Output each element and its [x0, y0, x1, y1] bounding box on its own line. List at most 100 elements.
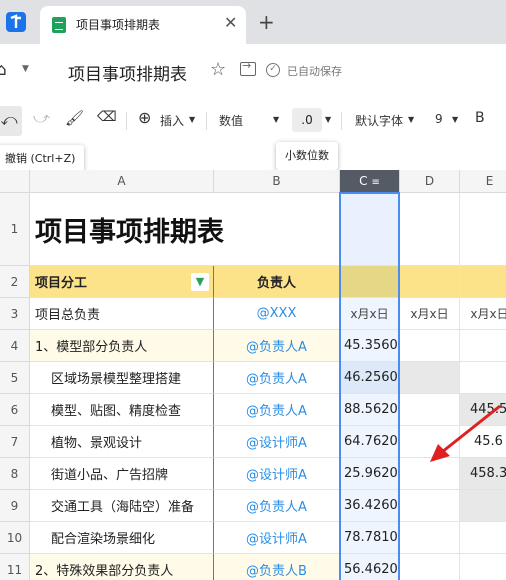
spreadsheet-grid[interactable]: A B C ≡ D E 1 2 3 4 5 6 7 8 9 10 11 项目事项排…	[0, 170, 506, 580]
cell[interactable]	[460, 362, 506, 394]
cell[interactable]: 项目总负责	[30, 298, 214, 330]
home-icon[interactable]: ⌂	[0, 60, 7, 80]
cell[interactable]: @负责人A	[214, 394, 340, 426]
cell[interactable]: 区域场景模型整理搭建	[30, 362, 214, 394]
row-header[interactable]: 1	[0, 193, 30, 266]
cell[interactable]: @负责人A	[214, 490, 340, 522]
cell[interactable]: 1、模型部分负责人	[30, 330, 214, 362]
row-header[interactable]: 9	[0, 490, 30, 522]
column-header-a[interactable]: A	[30, 170, 214, 193]
cell[interactable]: 植物、景观设计	[30, 426, 214, 458]
sheet-title-cell[interactable]: 项目事项排期表	[30, 193, 340, 266]
undo-tooltip: 撤销 (Ctrl+Z)	[0, 145, 85, 173]
eraser-icon[interactable]: ⌫	[97, 109, 117, 125]
toolbar-divider	[341, 112, 342, 130]
check-circle-icon: ✓	[266, 63, 280, 77]
font-size-select[interactable]: 9	[435, 112, 443, 126]
cell[interactable]	[400, 522, 460, 554]
column-header-c[interactable]: C ≡	[340, 170, 400, 193]
cell[interactable]	[340, 193, 400, 266]
chevron-down-icon[interactable]: ▼	[189, 115, 195, 124]
decimal-places-button[interactable]: .0	[292, 108, 322, 132]
cell[interactable]: @XXX	[214, 298, 340, 330]
cell[interactable]	[400, 362, 460, 394]
cell[interactable]: x月x日	[400, 298, 460, 330]
cell[interactable]	[460, 266, 506, 298]
move-to-icon[interactable]	[240, 59, 256, 76]
row-header[interactable]: 4	[0, 330, 30, 362]
row-header[interactable]: 3	[0, 298, 30, 330]
chevron-down-icon[interactable]: ▼	[408, 115, 414, 124]
cell[interactable]	[460, 554, 506, 580]
cell[interactable]: 78.7810	[340, 522, 400, 554]
document-title[interactable]: 项目事项排期表	[68, 60, 187, 85]
filter-icon[interactable]: ▼	[191, 273, 209, 291]
cell[interactable]: 46.2560	[340, 362, 400, 394]
cell[interactable]	[400, 193, 460, 266]
cell[interactable]: 模型、贴图、精度检查	[30, 394, 214, 426]
column-header-d[interactable]: D	[400, 170, 460, 193]
cell[interactable]: @设计师A	[214, 426, 340, 458]
format-painter-icon[interactable]: 🖌	[65, 109, 84, 127]
cell[interactable]: @负责人A	[214, 362, 340, 394]
header-label: 项目分工	[35, 276, 88, 291]
row-header[interactable]: 5	[0, 362, 30, 394]
save-status: 已自动保存	[287, 65, 342, 78]
cell[interactable]: 25.9620	[340, 458, 400, 490]
cell[interactable]: x月x日	[340, 298, 400, 330]
chevron-down-icon[interactable]: ▼	[452, 115, 458, 124]
bold-button[interactable]: B	[475, 110, 485, 126]
cell[interactable]: @负责人B	[214, 554, 340, 580]
chevron-down-icon[interactable]: ▼	[22, 64, 29, 74]
cell[interactable]: 88.5620	[340, 394, 400, 426]
corner-header[interactable]	[0, 170, 30, 193]
font-family-select[interactable]: 默认字体	[355, 112, 403, 129]
close-icon[interactable]: ✕	[224, 13, 237, 32]
tab-bar: 项目事项排期表 ✕ +	[0, 0, 506, 44]
cell[interactable]	[460, 193, 506, 266]
undo-button[interactable]: ⤺	[0, 106, 22, 136]
cell[interactable]: @负责人A	[214, 330, 340, 362]
row-header[interactable]: 8	[0, 458, 30, 490]
document-tab[interactable]: 项目事项排期表 ✕	[40, 6, 246, 44]
star-icon[interactable]: ☆	[210, 59, 226, 80]
cell[interactable]	[400, 490, 460, 522]
chevron-down-icon[interactable]: ▼	[325, 115, 331, 124]
cell[interactable]	[460, 490, 506, 522]
row-header[interactable]: 11	[0, 554, 30, 580]
insert-button[interactable]: 插入	[160, 112, 184, 129]
cell[interactable]: 街道小品、广告招牌	[30, 458, 214, 490]
red-arrow-annotation	[430, 404, 501, 462]
redo-button[interactable]: ⤻	[33, 108, 50, 128]
header-cell-project[interactable]: 项目分工 ▼	[30, 266, 214, 298]
cell[interactable]: 36.4260	[340, 490, 400, 522]
header-cell-owner[interactable]: 负责人	[214, 266, 340, 298]
cell[interactable]: 64.7620	[340, 426, 400, 458]
cell[interactable]: 交通工具（海陆空）准备	[30, 490, 214, 522]
cell[interactable]	[460, 330, 506, 362]
chevron-down-icon[interactable]: ▼	[273, 115, 279, 124]
cell[interactable]: @设计师A	[214, 458, 340, 490]
cell[interactable]	[340, 266, 400, 298]
cell[interactable]: 45.3560	[340, 330, 400, 362]
row-header[interactable]: 2	[0, 266, 30, 298]
cell[interactable]: 56.4620	[340, 554, 400, 580]
cell[interactable]	[460, 522, 506, 554]
row-header[interactable]: 7	[0, 426, 30, 458]
row-header[interactable]: 6	[0, 394, 30, 426]
cell[interactable]: x月x日	[460, 298, 506, 330]
plus-circle-icon[interactable]: ⊕	[138, 108, 151, 127]
cell[interactable]: 配合渲染场景细化	[30, 522, 214, 554]
new-tab-button[interactable]: +	[258, 10, 275, 34]
filter-menu-icon[interactable]: ≡	[372, 177, 380, 188]
cell[interactable]: 2、特殊效果部分负责人	[30, 554, 214, 580]
column-header-e[interactable]: E	[460, 170, 506, 193]
cell[interactable]	[400, 554, 460, 580]
number-format-select[interactable]: 数值	[219, 112, 243, 129]
cell[interactable]	[400, 266, 460, 298]
cell[interactable]: @设计师A	[214, 522, 340, 554]
app-logo-icon[interactable]	[6, 12, 26, 32]
cell[interactable]	[400, 330, 460, 362]
column-header-b[interactable]: B	[214, 170, 340, 193]
row-header[interactable]: 10	[0, 522, 30, 554]
